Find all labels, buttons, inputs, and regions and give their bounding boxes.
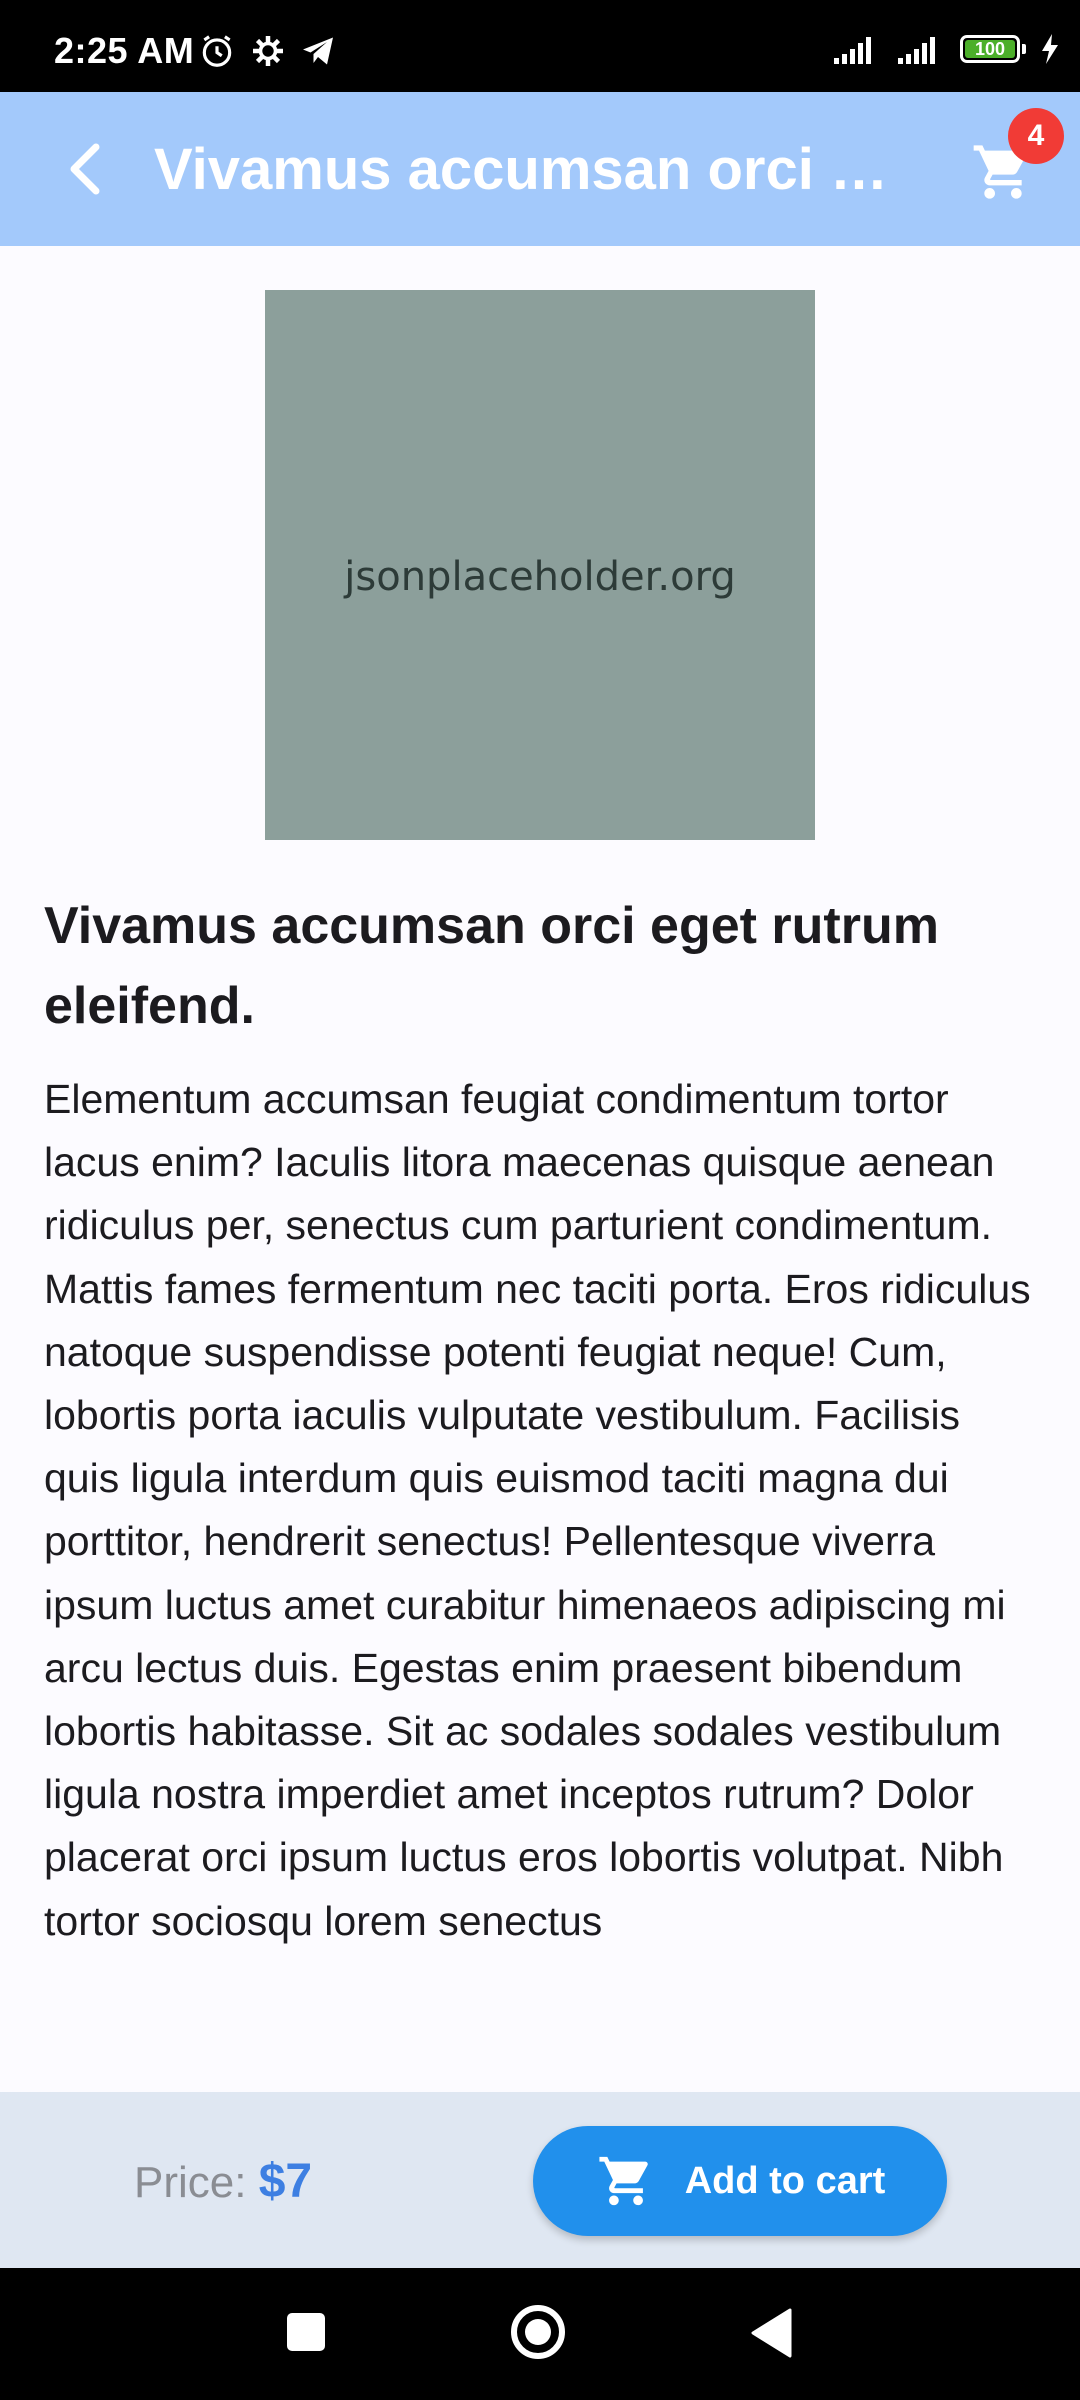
add-to-cart-label: Add to cart — [684, 2159, 886, 2202]
price-label: Price: — [134, 2158, 247, 2207]
add-to-cart-button[interactable]: Add to cart — [533, 2126, 947, 2236]
telegram-icon — [303, 37, 333, 65]
system-back-button[interactable] — [750, 2308, 792, 2358]
battery-icon: 100 — [960, 35, 1020, 63]
settings-icon — [253, 36, 283, 66]
signal-icon — [834, 37, 871, 64]
app-bar: Vivamus accumsan orci eget rutrum eleife… — [0, 92, 1080, 246]
alarm-icon — [202, 35, 232, 67]
cart-count-badge: 4 — [1008, 108, 1064, 164]
status-bar: 2:25 AM 100 — [0, 0, 1080, 92]
system-nav-bar — [0, 2268, 1080, 2400]
home-button[interactable] — [510, 2304, 566, 2360]
cart-icon — [599, 2156, 648, 2206]
product-title: Vivamus accumsan orci eget rutrum eleife… — [44, 897, 939, 1035]
signal-icon — [898, 37, 935, 64]
battery-level: 100 — [974, 38, 1006, 59]
product-description: Elementum accumsan feugiat condimentum t… — [44, 1076, 1031, 1944]
bottom-bar: Price: $7 Add to cart — [0, 2092, 1080, 2268]
price-value: $7 — [258, 2155, 313, 2208]
back-arrow-icon — [70, 143, 100, 195]
charging-icon — [1042, 34, 1058, 64]
back-button[interactable] — [56, 137, 120, 201]
price: Price: $7 — [134, 2154, 312, 2209]
recent-apps-button[interactable] — [287, 2313, 325, 2351]
product-image: jsonplaceholder.org — [265, 290, 815, 840]
page-title: Vivamus accumsan orci eget rutrum eleife… — [154, 137, 914, 202]
status-time: 2:25 AM — [54, 30, 195, 71]
image-placeholder-text: jsonplaceholder.org — [344, 554, 736, 600]
